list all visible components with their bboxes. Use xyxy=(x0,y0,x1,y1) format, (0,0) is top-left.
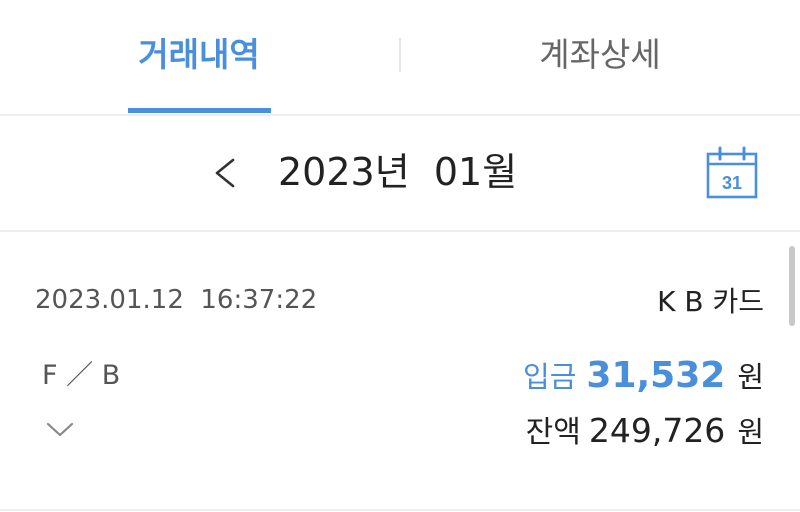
tab-account-details[interactable]: 계좌상세 xyxy=(505,30,695,80)
balance-unit: 원 xyxy=(737,415,764,449)
tab-bar: 거래내역 계좌상세 xyxy=(0,0,800,114)
calendar-icon: 31 xyxy=(706,146,758,199)
divider xyxy=(0,509,800,511)
calendar-day-number: 31 xyxy=(722,173,742,193)
transaction-type: 입금 xyxy=(523,360,577,394)
expand-details-button[interactable] xyxy=(44,418,76,442)
chevron-down-icon xyxy=(46,422,74,437)
amount-unit: 원 xyxy=(737,360,764,394)
month-label: 01월 xyxy=(433,150,518,194)
tab-transaction-history[interactable]: 거래내역 xyxy=(105,30,293,80)
transaction-datetime: 2023.01.12 16:37:22 xyxy=(35,285,318,315)
year-label: 2023년 xyxy=(278,150,410,194)
transaction-amount-line: 입금 31,532 원 xyxy=(523,352,764,400)
chevron-left-icon xyxy=(215,158,235,188)
scrollbar[interactable] xyxy=(789,246,795,326)
transaction-merchant: K B 카드 xyxy=(657,285,764,318)
tab-divider xyxy=(399,38,401,72)
balance-label: 잔액 xyxy=(525,415,581,450)
balance-amount: 249,726 xyxy=(588,411,726,450)
balance-line: 잔액 249,726 원 xyxy=(526,408,764,454)
transaction-memo: F ／ B xyxy=(42,360,121,391)
prev-month-button[interactable] xyxy=(203,146,245,200)
transaction-amount: 31,532 xyxy=(586,355,726,396)
active-tab-indicator xyxy=(128,108,271,113)
current-month-label: 2023년 01월 xyxy=(278,146,517,198)
calendar-button[interactable]: 31 xyxy=(704,145,760,201)
